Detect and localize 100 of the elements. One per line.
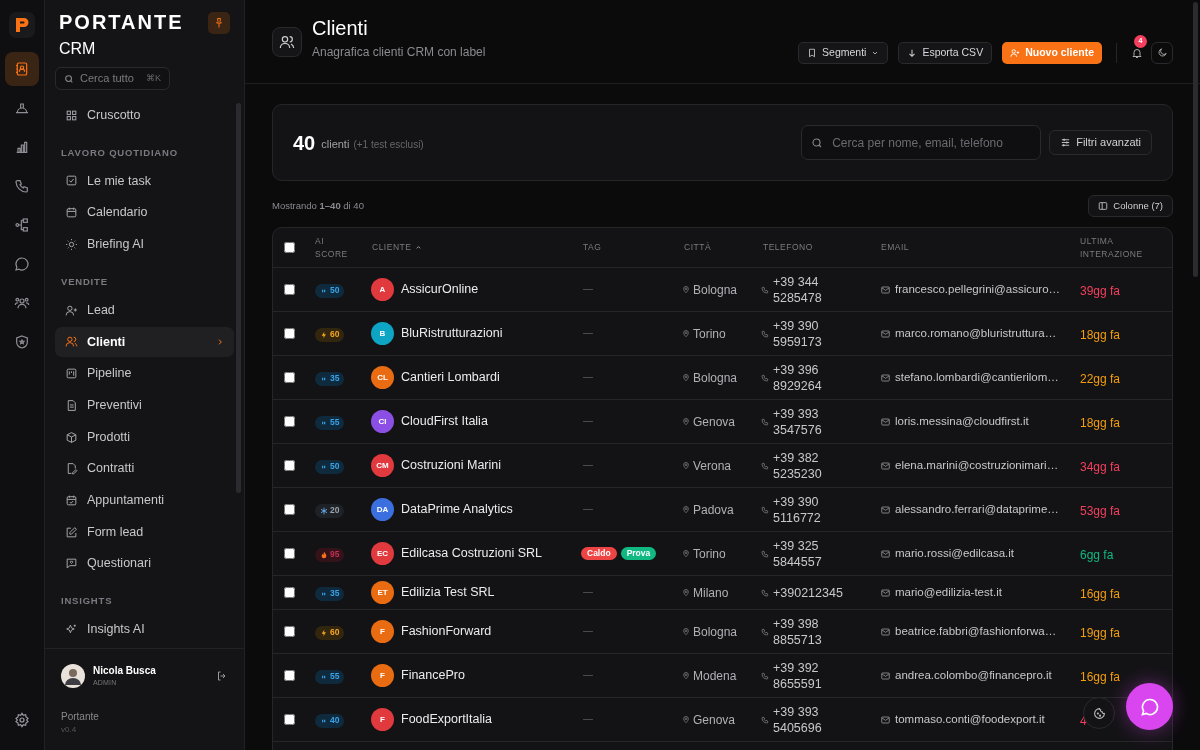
client-name[interactable]: FinancePro — [401, 666, 465, 685]
client-name[interactable]: Cantieri Lombardi — [401, 368, 500, 387]
columns-button[interactable]: Colonne (7) — [1088, 195, 1173, 217]
column-header[interactable]: AI SCORE — [315, 234, 355, 261]
client-avatar: F — [371, 620, 394, 643]
email-address[interactable]: mario.rossi@edilcasa.it — [895, 544, 1015, 563]
map-pin-icon — [682, 417, 690, 426]
nav-item[interactable]: Insights AI — [55, 614, 234, 645]
phone-number[interactable]: +39 396 8929264 — [773, 361, 853, 394]
column-header[interactable]: TAG — [583, 241, 602, 254]
advanced-filters-button[interactable]: Filtri avanzati — [1049, 130, 1152, 155]
nav-item[interactable]: Questionari — [55, 548, 234, 579]
pin-icon — [213, 17, 225, 29]
row-checkbox[interactable] — [284, 459, 295, 471]
tag-label: Caldo — [581, 547, 617, 560]
email-address[interactable]: stefano.lombardi@cantierilom… — [895, 368, 1059, 387]
row-checkbox[interactable] — [284, 283, 295, 295]
email-address[interactable]: francesco.pellegrini@assicuro… — [895, 280, 1061, 299]
edit-icon — [65, 525, 78, 539]
section-heading: VENDITE — [60, 275, 109, 289]
row-checkbox[interactable] — [284, 371, 295, 383]
row-checkbox[interactable] — [284, 503, 295, 515]
ai-score-badge: 95 — [315, 547, 345, 562]
users-icon — [279, 33, 295, 50]
city-text: Bologna — [693, 281, 738, 299]
nav-item[interactable]: Cruscotto — [55, 100, 234, 130]
client-name[interactable]: FoodExportItalia — [401, 710, 493, 729]
nav-item[interactable]: Prodotti — [55, 422, 234, 452]
ai-score-badge: 50 — [315, 459, 345, 474]
settings-icon[interactable] — [14, 712, 30, 728]
ai-score-badge: 35 — [315, 586, 345, 601]
phone-icon — [761, 671, 769, 680]
phone-number[interactable]: +39 344 5285478 — [773, 273, 853, 306]
email-address[interactable]: beatrice.fabbri@fashionforwa… — [895, 622, 1057, 641]
phone-number[interactable]: +39 393 3547576 — [773, 405, 853, 438]
email-address[interactable]: alessandro.ferrari@dataprime… — [895, 500, 1059, 519]
client-name[interactable]: Costruzioni Marini — [401, 456, 502, 475]
phone-number[interactable]: +39 390 5116772 — [773, 493, 853, 526]
mail-icon — [881, 285, 890, 294]
rail-button[interactable] — [5, 52, 39, 86]
row-checkbox[interactable] — [284, 713, 295, 725]
column-header[interactable]: CLIENTE — [372, 241, 412, 254]
last-interaction-text: 16gg fa — [1080, 586, 1121, 601]
row-checkbox[interactable] — [284, 586, 295, 598]
phone-number[interactable]: +39 325 5844557 — [773, 537, 853, 570]
column-header[interactable]: ULTIMA INTERAZIONE — [1080, 234, 1150, 261]
app-logo[interactable] — [9, 12, 35, 38]
segments-button[interactable]: Segmenti — [798, 41, 889, 64]
client-name[interactable]: DataPrime Analytics — [401, 500, 513, 519]
box-icon — [65, 430, 78, 444]
nav-item[interactable]: Contratti — [55, 453, 234, 484]
row-checkbox[interactable] — [284, 625, 295, 637]
column-header[interactable]: CITTÀ — [684, 241, 712, 254]
nav-item[interactable]: Lead — [55, 295, 234, 326]
email-address[interactable]: elena.marini@costruzionimari… — [895, 456, 1059, 475]
last-interaction-text: 16gg fa — [1080, 669, 1121, 684]
client-name[interactable]: AssicurOnline — [401, 280, 479, 299]
nav-item[interactable]: Pipeline — [55, 358, 234, 389]
email-address[interactable]: marco.romano@bluristruttura… — [895, 324, 1057, 343]
email-address[interactable]: andrea.colombo@financepro.it — [895, 666, 1052, 685]
notification-bell-icon[interactable] — [1131, 46, 1143, 59]
theme-toggle-button[interactable] — [1151, 41, 1173, 64]
bookmark-icon — [807, 47, 818, 58]
client-name[interactable]: FashionForward — [401, 622, 492, 641]
nav-item[interactable]: Clienti — [55, 326, 234, 357]
select-all-checkbox[interactable] — [284, 241, 295, 253]
row-checkbox[interactable] — [284, 547, 295, 559]
phone-number[interactable]: +390212345 — [773, 584, 853, 601]
row-checkbox[interactable] — [284, 327, 295, 339]
chat-bubble-icon — [1139, 696, 1160, 717]
client-search-field[interactable]: Cerca per nome, email, telefono — [801, 125, 1042, 160]
nav-item[interactable]: Le mie task — [55, 165, 234, 196]
logout-icon[interactable] — [216, 669, 228, 682]
email-address[interactable]: tommaso.conti@foodexport.it — [895, 710, 1045, 729]
phone-number[interactable]: +39 393 5405696 — [773, 703, 853, 736]
client-name[interactable]: BluRistrutturazioni — [401, 324, 503, 343]
nav-item[interactable]: Appuntamenti — [55, 485, 234, 516]
nav-item[interactable]: Preventivi — [55, 390, 234, 421]
phone-number[interactable]: +39 390 5959173 — [773, 317, 853, 350]
search-field[interactable]: Cerca tutto ⌘K — [55, 67, 170, 90]
email-address[interactable]: mario@edilizia-test.it — [895, 583, 1002, 602]
client-name[interactable]: Edilizia Test SRL — [401, 583, 495, 602]
map-pin-icon — [682, 588, 690, 597]
export-csv-button[interactable]: Esporta CSV — [898, 41, 993, 64]
pin-button[interactable] — [208, 12, 230, 34]
phone-number[interactable]: +39 398 8855713 — [773, 615, 853, 648]
column-header[interactable]: EMAIL — [881, 241, 909, 254]
row-checkbox[interactable] — [284, 415, 295, 427]
phone-number[interactable]: +39 392 8655591 — [773, 659, 853, 692]
mail-icon — [881, 461, 890, 470]
nav-item[interactable]: Calendario — [55, 197, 234, 228]
client-name[interactable]: CloudFirst Italia — [401, 412, 488, 431]
phone-number[interactable]: +39 382 5235230 — [773, 449, 853, 482]
email-address[interactable]: loris.messina@cloudfirst.it — [895, 412, 1029, 431]
nav-item[interactable]: Form lead — [55, 517, 234, 548]
nav-item[interactable]: Briefing AI — [55, 229, 234, 260]
row-checkbox[interactable] — [284, 669, 295, 681]
client-name[interactable]: Edilcasa Costruzioni SRL — [401, 544, 543, 563]
column-header[interactable]: TELEFONO — [763, 241, 813, 254]
phone-icon — [761, 588, 769, 597]
